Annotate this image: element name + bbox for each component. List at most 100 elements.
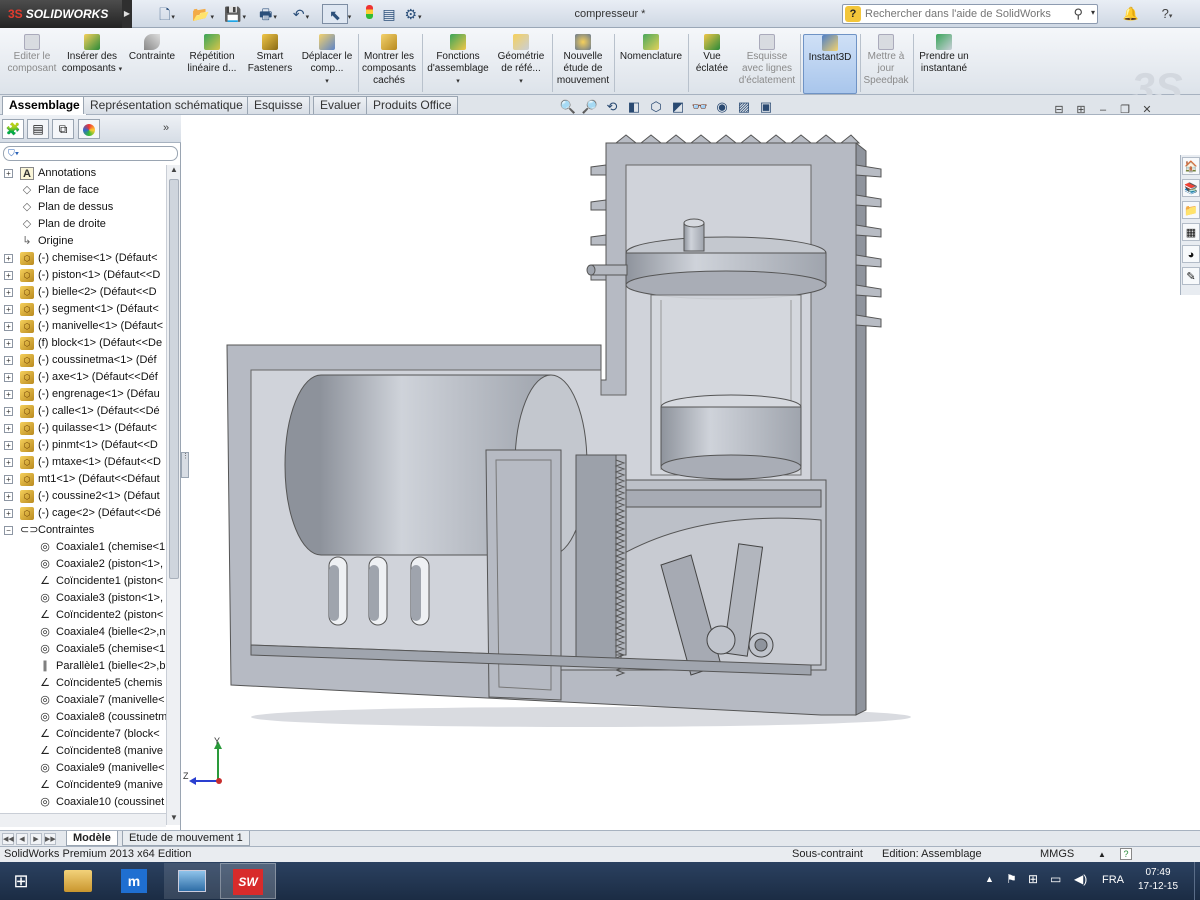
close-doc-icon[interactable]: ✕ xyxy=(1136,103,1158,116)
expand-toggle-icon[interactable]: + xyxy=(4,169,13,178)
expand-toggle-icon[interactable]: + xyxy=(4,492,13,501)
last-tab-icon[interactable]: ▶▶ xyxy=(44,833,56,845)
tree-item[interactable]: + ⬡ (-) segment<1> (Défaut< xyxy=(0,301,166,318)
solidworks-menu-button[interactable]: 3S SOLIDWORKS xyxy=(0,0,122,28)
tree-item[interactable]: ↳ Origine xyxy=(0,233,166,250)
tree-item[interactable]: ∠ Coïncidente5 (chemis xyxy=(0,675,166,692)
file-explorer-icon[interactable] xyxy=(50,863,106,899)
expand-toggle-icon[interactable]: − xyxy=(4,526,13,535)
zoom-area-icon[interactable]: 🔎 xyxy=(579,99,601,115)
insert-components-button[interactable]: Insérer des composants ▾ xyxy=(60,34,124,94)
print-icon[interactable]: 🖶▾ xyxy=(255,4,281,24)
tile-horizontal-icon[interactable]: ⊟ xyxy=(1048,103,1070,116)
apply-scene-icon[interactable]: ▨ xyxy=(733,99,755,115)
file-explorer-pane-icon[interactable]: 📁 xyxy=(1182,201,1200,219)
expand-toggle-icon[interactable]: + xyxy=(4,441,13,450)
expand-toggle-icon[interactable]: + xyxy=(4,424,13,433)
tree-item[interactable]: ∠ Coïncidente8 (manive xyxy=(0,743,166,760)
expand-panel-icon[interactable]: » xyxy=(163,122,169,134)
network-icon[interactable]: ▭ xyxy=(1050,872,1061,886)
search-icon[interactable]: ⚲ xyxy=(1073,6,1083,22)
tree-item[interactable]: + ⬡ (-) pinmt<1> (Défaut<<D xyxy=(0,437,166,454)
tree-item[interactable]: + ⬡ (-) bielle<2> (Défaut<<D xyxy=(0,284,166,301)
tree-item[interactable]: ∠ Coïncidente2 (piston< xyxy=(0,607,166,624)
design-library-icon[interactable]: 📚 xyxy=(1182,179,1200,197)
file-props-icon[interactable]: ▤ xyxy=(376,4,402,24)
expand-toggle-icon[interactable]: + xyxy=(4,373,13,382)
tab-motion-study[interactable]: Etude de mouvement 1 xyxy=(122,831,250,846)
tree-item[interactable]: ◎ Coaxiale8 (coussinetm xyxy=(0,709,166,726)
explode-line-sketch-button[interactable]: Esquisse avec lignes d'éclatement xyxy=(736,34,798,94)
restore-doc-icon[interactable]: ❐ xyxy=(1114,103,1136,116)
help-icon[interactable]: ?▾ xyxy=(1156,4,1178,24)
clock[interactable]: 07:49 17-12-15 xyxy=(1128,866,1188,894)
expand-toggle-icon[interactable]: + xyxy=(4,356,13,365)
view-orientation-icon[interactable]: ⬡ xyxy=(645,99,667,115)
tree-item[interactable]: ◎ Coaxiale5 (chemise<1 xyxy=(0,641,166,658)
search-dropdown-icon[interactable]: ▾ xyxy=(1091,8,1095,17)
select-dropdown-icon[interactable]: ▾ xyxy=(343,4,355,24)
section-view-icon[interactable]: ◧ xyxy=(623,99,645,115)
expand-toggle-icon[interactable]: + xyxy=(4,322,13,331)
flag-icon[interactable]: ⚑ xyxy=(1006,872,1017,886)
tree-item[interactable]: + ⬡ (-) calle<1> (Défaut<<Dé xyxy=(0,403,166,420)
tree-item[interactable]: ◇ Plan de face xyxy=(0,182,166,199)
tree-item[interactable]: ◇ Plan de droite xyxy=(0,216,166,233)
tree-item[interactable]: + ⬡ (-) mtaxe<1> (Défaut<<D xyxy=(0,454,166,471)
tree-item[interactable]: ◎ Coaxiale2 (piston<1>, xyxy=(0,556,166,573)
graphics-area[interactable]: 🔍 🔎 ⟲ ◧ ⬡ ◩ 👓 ◉ ▨ ▣ ⊟ ⊞ – ❐ ✕ 🏠 📚 📁 ▦ ◕ ✎ ⋮ xyxy=(181,99,1200,830)
prev-tab-icon[interactable]: ◀ xyxy=(16,833,28,845)
panel-collapse-handle[interactable]: ⋮ xyxy=(181,452,189,478)
update-speedpak-button[interactable]: Mettre à jour Speedpak xyxy=(862,34,910,94)
help-search-box[interactable]: ? ⚲ ▾ xyxy=(842,4,1098,24)
tree-item[interactable]: − ⊂⊃ Contraintes xyxy=(0,522,166,539)
tree-item[interactable]: + ⬡ (-) manivelle<1> (Défaut< xyxy=(0,318,166,335)
save-icon[interactable]: 💾▾ xyxy=(222,4,248,24)
expand-toggle-icon[interactable]: + xyxy=(4,339,13,348)
next-tab-icon[interactable]: ▶ xyxy=(30,833,42,845)
tree-item[interactable]: + ⬡ mt1<1> (Défaut<<Défaut xyxy=(0,471,166,488)
expand-toggle-icon[interactable]: + xyxy=(4,458,13,467)
edit-appearance-icon[interactable]: ◉ xyxy=(711,99,733,115)
exploded-view-button[interactable]: Vue éclatée xyxy=(690,34,734,94)
tree-horizontal-scrollbar[interactable] xyxy=(0,813,166,827)
tile-vertical-icon[interactable]: ⊞ xyxy=(1070,103,1092,116)
tree-item[interactable]: ∠ Coïncidente7 (block< xyxy=(0,726,166,743)
expand-toggle-icon[interactable]: + xyxy=(4,305,13,314)
scroll-thumb[interactable] xyxy=(169,179,179,579)
tab-model[interactable]: Modèle xyxy=(66,831,118,846)
units-selector[interactable]: MMGS xyxy=(1040,847,1074,862)
units-dropdown-icon[interactable]: ▲ xyxy=(1098,847,1106,862)
tree-item[interactable]: ∠ Coïncidente1 (piston< xyxy=(0,573,166,590)
expand-toggle-icon[interactable]: + xyxy=(4,475,13,484)
property-manager-tab-icon[interactable]: ▤ xyxy=(27,119,49,139)
tab-schematic[interactable]: Représentation schématique xyxy=(83,96,250,114)
display-manager-tab-icon[interactable] xyxy=(78,119,100,139)
tree-item[interactable]: ◎ Coaxiale4 (bielle<2>,n xyxy=(0,624,166,641)
status-help-icon[interactable]: ? xyxy=(1120,848,1132,860)
move-component-button[interactable]: Déplacer le comp... ▾ xyxy=(298,34,356,94)
edit-component-button[interactable]: Editer le composant xyxy=(4,34,60,94)
show-desktop-button[interactable] xyxy=(1194,862,1200,900)
expand-toggle-icon[interactable]: + xyxy=(4,254,13,263)
tree-item[interactable]: + ⬡ (-) chemise<1> (Défaut< xyxy=(0,250,166,267)
tree-filter-field[interactable]: ⛉▾ xyxy=(3,146,178,161)
reference-geometry-button[interactable]: Géométrie de réfé... ▾ xyxy=(492,34,550,94)
scroll-up-icon[interactable]: ▲ xyxy=(167,165,181,177)
feature-tree-tab-icon[interactable]: 🧩 xyxy=(2,119,24,139)
tree-item[interactable]: + ⬡ (-) axe<1> (Défaut<<Déf xyxy=(0,369,166,386)
zoom-to-fit-icon[interactable]: 🔍 xyxy=(557,99,579,115)
tree-item[interactable]: + ⬡ (f) block<1> (Défaut<<De xyxy=(0,335,166,352)
remote-desktop-icon[interactable] xyxy=(164,863,220,899)
tree-item[interactable]: ◇ Plan de dessus xyxy=(0,199,166,216)
tree-item[interactable]: ◎ Coaxiale1 (chemise<1 xyxy=(0,539,166,556)
tree-item[interactable]: + ⬡ (-) cage<2> (Défaut<<Dé xyxy=(0,505,166,522)
solidworks-app-icon[interactable]: SW xyxy=(220,863,276,899)
expand-toggle-icon[interactable]: + xyxy=(4,390,13,399)
take-snapshot-button[interactable]: Prendre un instantané xyxy=(915,34,973,94)
display-style-icon[interactable]: ◩ xyxy=(667,99,689,115)
tree-item[interactable]: + ⬡ (-) coussinetma<1> (Déf xyxy=(0,352,166,369)
tree-item[interactable]: + ⬡ (-) quilasse<1> (Défaut< xyxy=(0,420,166,437)
new-icon[interactable]: 🗋▾ xyxy=(154,4,180,24)
appearances-icon[interactable]: ◕ xyxy=(1182,245,1200,263)
